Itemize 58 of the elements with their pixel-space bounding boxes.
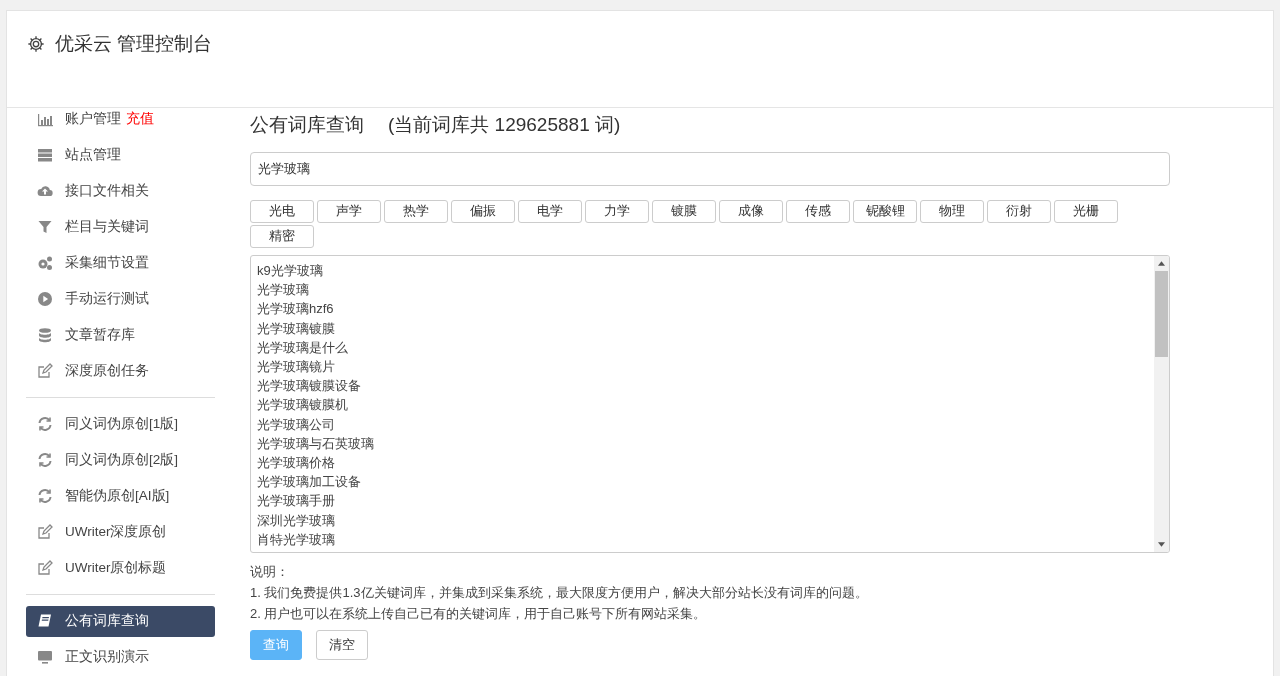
tag-button[interactable]: 精密 bbox=[250, 225, 314, 248]
search-field[interactable]: 光学玻璃 bbox=[250, 152, 1170, 186]
filter-icon bbox=[37, 219, 53, 235]
scrollbar[interactable] bbox=[1154, 256, 1169, 552]
sidebar-item[interactable]: 公有词库查询 bbox=[26, 605, 215, 637]
sidebar-item[interactable]: 同义词伪原创[1版] bbox=[26, 408, 215, 440]
play-icon bbox=[37, 291, 53, 307]
sidebar-item[interactable]: 智能伪原创[AI版] bbox=[26, 480, 215, 512]
tag-button[interactable]: 电学 bbox=[518, 200, 582, 223]
sidebar-item[interactable]: 正文识别演示 bbox=[26, 641, 215, 673]
cloud-icon bbox=[37, 183, 53, 199]
sidebar-item[interactable]: 同义词伪原创[2版] bbox=[26, 444, 215, 476]
tag-button[interactable]: 热学 bbox=[384, 200, 448, 223]
page-title: 优采云 管理控制台 bbox=[55, 32, 213, 56]
gears-icon bbox=[37, 255, 53, 271]
scroll-down-icon[interactable] bbox=[1158, 542, 1165, 547]
sidebar-item[interactable]: 接口文件相关 bbox=[26, 175, 215, 207]
refresh-icon bbox=[37, 416, 53, 432]
sidebar-item[interactable]: 账户管理 充值 bbox=[26, 103, 215, 135]
results-list[interactable]: k9光学玻璃 光学玻璃 光学玻璃hzf6 光学玻璃镀膜 光学玻璃是什么 光学玻璃镜片 光学玻璃镀膜设备 光学玻璃镀膜机 光学玻璃公司 光学玻璃与石英玻璃 光学玻璃价格 光学玻璃加工设备 光学玻璃手册 深圳光学玻璃 肖特光学玻璃 bbox=[250, 255, 1170, 553]
edit-icon bbox=[37, 524, 53, 540]
tag-button[interactable]: 衍射 bbox=[987, 200, 1051, 223]
tag-button[interactable]: 偏振 bbox=[451, 200, 515, 223]
settings-icon bbox=[27, 35, 45, 53]
sidebar-item[interactable]: UWriter原创标题 bbox=[26, 552, 215, 584]
scroll-up-icon[interactable] bbox=[1158, 261, 1165, 266]
tag-button[interactable]: 力学 bbox=[585, 200, 649, 223]
sidebar-item[interactable]: 采集细节设置 bbox=[26, 247, 215, 279]
book-icon bbox=[37, 613, 53, 629]
sidebar-item[interactable]: 站点管理 bbox=[26, 139, 215, 171]
sidebar-item[interactable]: UWriter深度原创 bbox=[26, 516, 215, 548]
tag-button[interactable]: 光电 bbox=[250, 200, 314, 223]
edit-icon bbox=[37, 560, 53, 576]
refresh-icon bbox=[37, 452, 53, 468]
clear-button[interactable]: 清空 bbox=[316, 630, 368, 660]
db-icon bbox=[37, 327, 53, 343]
tag-button[interactable]: 物理 bbox=[920, 200, 984, 223]
word-count: (当前词库共 129625881 词) bbox=[388, 113, 621, 137]
section-title: 公有词库查询 bbox=[250, 113, 364, 137]
monitor-icon bbox=[37, 649, 53, 665]
tag-button[interactable]: 铌酸锂 bbox=[853, 200, 917, 223]
tag-button[interactable]: 声学 bbox=[317, 200, 381, 223]
sidebar-item[interactable]: 文章暂存库 bbox=[26, 319, 215, 351]
tag-button[interactable]: 镀膜 bbox=[652, 200, 716, 223]
sidebar-item[interactable]: 手动运行测试 bbox=[26, 283, 215, 315]
chart-icon bbox=[37, 111, 53, 127]
refresh-icon bbox=[37, 488, 53, 504]
recharge-link[interactable]: 充值 bbox=[126, 110, 154, 128]
tag-button[interactable]: 传感 bbox=[786, 200, 850, 223]
notes-heading: 说明： bbox=[250, 563, 290, 581]
sidebar-item[interactable]: 栏目与关键词 bbox=[26, 211, 215, 243]
server-icon bbox=[37, 147, 53, 163]
tag-button[interactable]: 成像 bbox=[719, 200, 783, 223]
note-line: 2. 用户也可以在系统上传自己已有的关键词库，用于自己账号下所有网站采集。 bbox=[250, 605, 708, 623]
edit-icon bbox=[37, 363, 53, 379]
note-line: 1. 我们免费提供1.3亿关键词库，并集成到采集系统，最大限度方便用户，解决大部分站长没有词库的问题。 bbox=[250, 584, 869, 602]
tag-button[interactable]: 光栅 bbox=[1054, 200, 1118, 223]
sidebar-item[interactable]: 深度原创任务 bbox=[26, 355, 215, 387]
